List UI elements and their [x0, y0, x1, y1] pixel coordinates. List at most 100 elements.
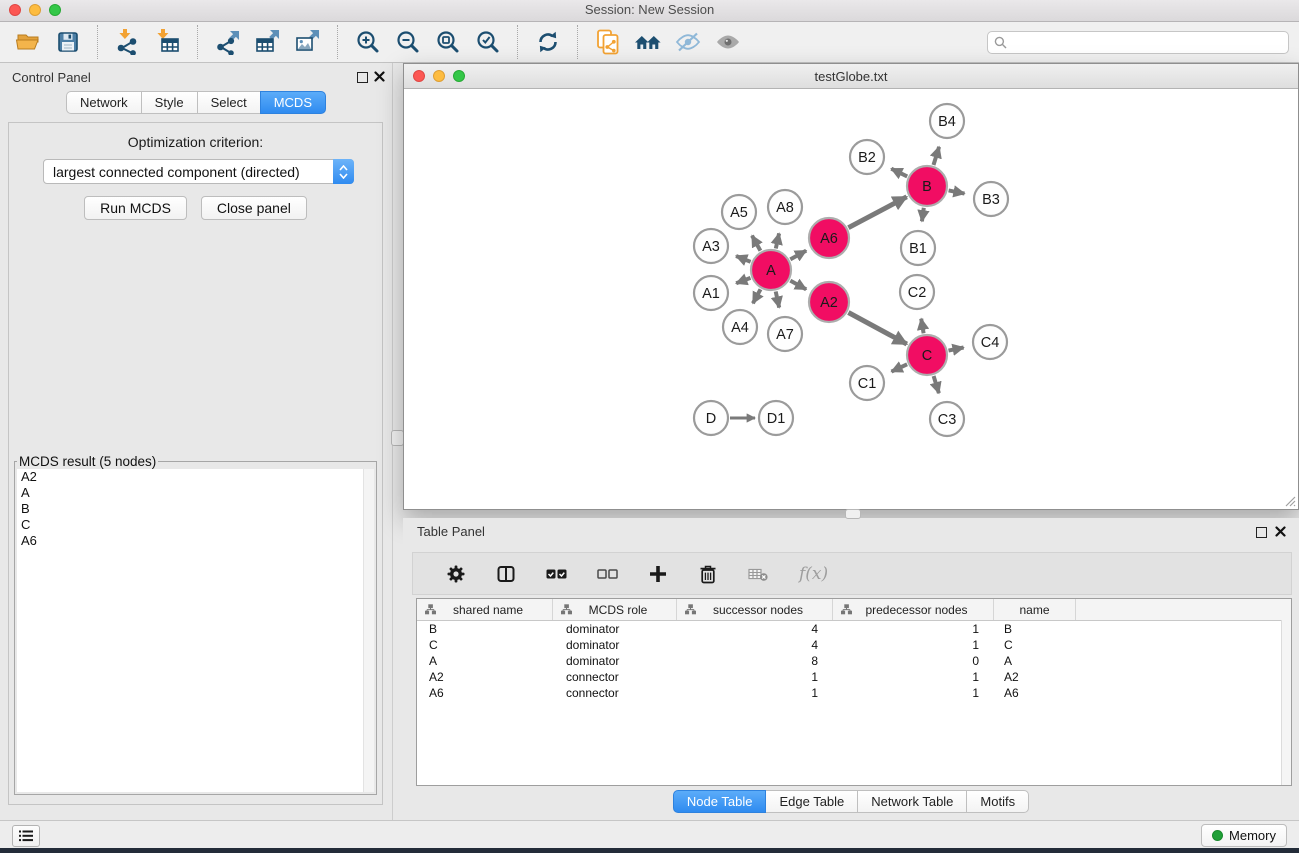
- main-toolbar: [0, 22, 1299, 63]
- close-panel-icon[interactable]: [374, 71, 385, 82]
- table-row[interactable]: A6connector11A6: [417, 685, 1291, 701]
- save-session-button[interactable]: [48, 24, 88, 60]
- table-cell: 1: [677, 686, 833, 700]
- search-field[interactable]: [987, 31, 1289, 54]
- edge-C-C2[interactable]: [921, 319, 923, 334]
- edge-A-A8[interactable]: [776, 233, 779, 248]
- column-header-shared-name[interactable]: shared name: [417, 599, 553, 620]
- edge-B-B1[interactable]: [922, 208, 924, 222]
- select-all-button[interactable]: [531, 554, 582, 594]
- edge-C-C1[interactable]: [892, 364, 908, 371]
- tab-style[interactable]: Style: [141, 91, 198, 114]
- import-table-button[interactable]: [148, 24, 188, 60]
- mcds-result-item[interactable]: B: [17, 501, 374, 517]
- edge-A-A6[interactable]: [790, 251, 806, 260]
- resize-grip-icon[interactable]: [1284, 495, 1296, 507]
- column-header-successor-nodes[interactable]: successor nodes: [677, 599, 833, 620]
- close-panel-button[interactable]: Close panel: [201, 196, 307, 220]
- close-network-window-button[interactable]: [413, 70, 425, 82]
- trash-icon: [698, 564, 718, 584]
- column-header-name[interactable]: name: [994, 599, 1076, 620]
- hide-panels-button[interactable]: [668, 24, 708, 60]
- float-table-panel-icon[interactable]: [1256, 527, 1267, 538]
- zoom-window-button[interactable]: [49, 4, 61, 16]
- close-table-panel-icon[interactable]: [1275, 526, 1286, 537]
- table-panel: Table Panel: [403, 518, 1299, 820]
- function-builder-button[interactable]: f(x): [784, 554, 843, 594]
- table-tabs: Node TableEdge TableNetwork TableMotifs: [403, 790, 1299, 813]
- edge-B-B2[interactable]: [891, 169, 907, 177]
- close-window-button[interactable]: [9, 4, 21, 16]
- zoom-fit-button[interactable]: [428, 24, 468, 60]
- zoom-in-button[interactable]: [348, 24, 388, 60]
- minimize-network-window-button[interactable]: [433, 70, 445, 82]
- table-row[interactable]: Adominator80A: [417, 653, 1291, 669]
- search-input[interactable]: [1011, 34, 1288, 51]
- add-column-button[interactable]: [633, 554, 683, 594]
- export-network-button[interactable]: [208, 24, 248, 60]
- memory-button[interactable]: Memory: [1201, 824, 1287, 847]
- zoom-selected-button[interactable]: [468, 24, 508, 60]
- delete-column-button[interactable]: [683, 554, 733, 594]
- result-list-scrollbar[interactable]: [363, 469, 374, 792]
- table-row[interactable]: Bdominator41B: [417, 621, 1291, 637]
- export-image-button[interactable]: [288, 24, 328, 60]
- table-row[interactable]: Cdominator41C: [417, 637, 1291, 653]
- column-header-label: MCDS role: [572, 603, 664, 617]
- edge-A-A7[interactable]: [776, 292, 780, 308]
- task-history-button[interactable]: [12, 825, 40, 847]
- edge-C-C4[interactable]: [949, 348, 964, 351]
- table-row[interactable]: A2connector11A2: [417, 669, 1291, 685]
- tab-node-table[interactable]: Node Table: [673, 790, 767, 813]
- export-network-icon: [215, 29, 241, 55]
- minimize-window-button[interactable]: [29, 4, 41, 16]
- mcds-buttons-row: Run MCDS Close panel: [9, 196, 382, 220]
- criterion-dropdown[interactable]: largest connected component (directed): [43, 159, 354, 184]
- edge-B-B4[interactable]: [934, 147, 940, 165]
- zoom-network-window-button[interactable]: [453, 70, 465, 82]
- mcds-tab-content: Optimization criterion: largest connecte…: [8, 122, 383, 805]
- show-view-button[interactable]: [708, 24, 748, 60]
- open-session-button[interactable]: [8, 24, 48, 60]
- tab-edge-table[interactable]: Edge Table: [765, 790, 858, 813]
- graph-node-label-A7: A7: [776, 327, 794, 343]
- control-panel-tabs: NetworkStyleSelectMCDS: [0, 91, 392, 114]
- mcds-result-item[interactable]: A: [17, 485, 374, 501]
- edge-A-A5[interactable]: [752, 236, 760, 251]
- run-mcds-button[interactable]: Run MCDS: [84, 196, 187, 220]
- zoom-out-button[interactable]: [388, 24, 428, 60]
- mcds-result-item[interactable]: A2: [17, 469, 374, 485]
- mcds-result-item[interactable]: C: [17, 517, 374, 533]
- tab-network[interactable]: Network: [66, 91, 142, 114]
- network-canvas[interactable]: B4B2BB3A5A8A6A3B1AA1C2A2A4A7C4CC1C3DD1: [404, 89, 1298, 509]
- column-header-mcds-role[interactable]: MCDS role: [553, 599, 677, 620]
- tab-network-table[interactable]: Network Table: [857, 790, 967, 813]
- graph-node-label-A: A: [766, 263, 776, 279]
- refresh-layout-button[interactable]: [528, 24, 568, 60]
- float-panel-icon[interactable]: [357, 72, 368, 83]
- horizontal-divider-grabber[interactable]: [845, 509, 861, 519]
- edge-C-C3[interactable]: [934, 376, 939, 393]
- table-settings-button[interactable]: [431, 554, 481, 594]
- table-scrollbar[interactable]: [1281, 620, 1291, 785]
- edge-A-A2[interactable]: [790, 281, 806, 290]
- edge-A-A1[interactable]: [736, 278, 750, 283]
- mcds-result-item[interactable]: A6: [17, 533, 374, 549]
- edge-A6-B[interactable]: [848, 197, 906, 228]
- split-view-button[interactable]: [481, 554, 531, 594]
- edge-A-A3[interactable]: [736, 256, 751, 262]
- edge-A2-C[interactable]: [848, 313, 906, 345]
- export-table-button[interactable]: [248, 24, 288, 60]
- delete-table-button[interactable]: [733, 554, 784, 594]
- clone-network-button[interactable]: [588, 24, 628, 60]
- column-header-predecessor-nodes[interactable]: predecessor nodes: [833, 599, 994, 620]
- deselect-all-button[interactable]: [582, 554, 633, 594]
- edge-B-B3[interactable]: [949, 190, 965, 193]
- tab-select[interactable]: Select: [197, 91, 261, 114]
- import-network-button[interactable]: [108, 24, 148, 60]
- edge-A-A4[interactable]: [753, 289, 761, 303]
- tab-motifs[interactable]: Motifs: [966, 790, 1029, 813]
- memory-status-dot: [1212, 830, 1223, 841]
- home-network-button[interactable]: [628, 24, 668, 60]
- tab-mcds[interactable]: MCDS: [260, 91, 326, 114]
